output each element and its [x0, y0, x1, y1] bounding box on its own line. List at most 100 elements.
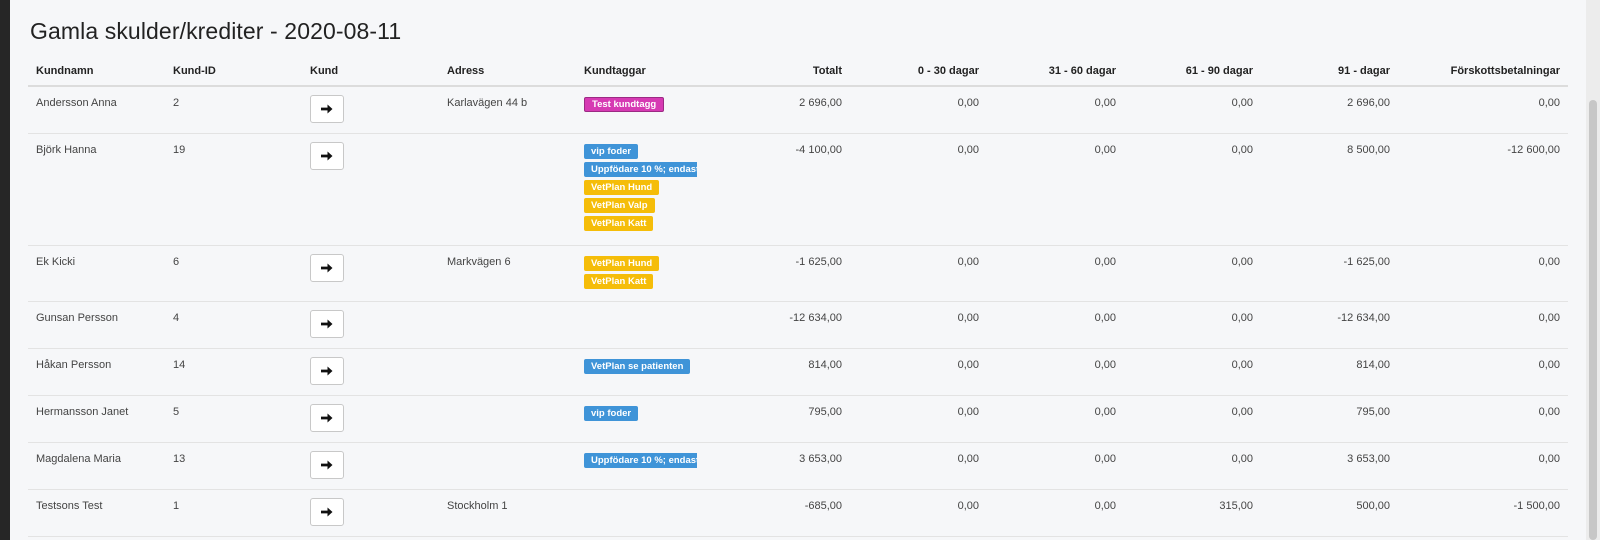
cell-kundtaggar: VetPlan Hund VetPlan Katt [576, 245, 713, 302]
cell-61-90-dagar: 0,00 [1124, 395, 1261, 443]
cell-forskottsbetalningar: 0,00 [1398, 86, 1568, 134]
customer-tag: Uppfödare 10 %; endast åt [584, 162, 697, 177]
cell-forskottsbetalningar: 0,00 [1398, 348, 1568, 396]
open-customer-button[interactable] [310, 254, 344, 282]
header-adress[interactable]: Adress [439, 56, 576, 87]
cell-kundtaggar: VetPlan se patienten [576, 348, 713, 396]
customer-tag: vip foder [584, 144, 639, 159]
header-kund: Kund [302, 56, 439, 87]
header-kundnamn[interactable]: Kundnamn [28, 56, 165, 87]
cell-adress [439, 133, 576, 246]
cell-kundnamn: Björk Hanna [28, 133, 165, 246]
cell-kund [302, 348, 439, 396]
header-31-60-dagar[interactable]: 31 - 60 dagar [987, 56, 1124, 87]
cell-kund-id: 13 [165, 442, 302, 490]
cell-31-60-dagar: 0,00 [987, 489, 1124, 537]
debts-credits-table: Kundnamn Kund-ID Kund Adress Kundtaggar … [28, 56, 1568, 537]
cell-kundtaggar: Test kundtagg [576, 86, 713, 134]
arrow-right-icon [321, 263, 333, 273]
cell-0-30-dagar: 0,00 [850, 245, 987, 302]
arrow-right-icon [321, 104, 333, 114]
header-kund-id[interactable]: Kund-ID [165, 56, 302, 87]
cell-31-60-dagar: 0,00 [987, 133, 1124, 246]
cell-0-30-dagar: 0,00 [850, 442, 987, 490]
cell-kundnamn: Magdalena Maria [28, 442, 165, 490]
cell-31-60-dagar: 0,00 [987, 395, 1124, 443]
tag-list: Test kundtagg [584, 97, 705, 115]
cell-61-90-dagar: 315,00 [1124, 489, 1261, 537]
header-0-30-dagar[interactable]: 0 - 30 dagar [850, 56, 987, 87]
page-title: Gamla skulder/krediter - 2020-08-11 [30, 18, 402, 44]
open-customer-button[interactable] [310, 142, 344, 170]
cell-totalt: 814,00 [713, 348, 850, 396]
customer-tag: VetPlan se patienten [584, 359, 691, 374]
open-customer-button[interactable] [310, 451, 344, 479]
cell-kund [302, 395, 439, 443]
table-row: Håkan Persson 14 VetPlan se patienten 814,0… [28, 348, 1568, 396]
cell-91-dagar: 795,00 [1261, 395, 1398, 443]
open-customer-button[interactable] [310, 357, 344, 385]
cell-adress [439, 442, 576, 490]
cell-totalt: -1 625,00 [713, 245, 850, 302]
cell-adress: Markvägen 6 [439, 245, 576, 302]
cell-0-30-dagar: 0,00 [850, 301, 987, 349]
open-customer-button[interactable] [310, 404, 344, 432]
cell-forskottsbetalningar: -1 500,00 [1398, 489, 1568, 537]
cell-0-30-dagar: 0,00 [850, 489, 987, 537]
scrollbar-thumb[interactable] [1589, 100, 1597, 540]
cell-adress [439, 348, 576, 396]
open-customer-button[interactable] [310, 310, 344, 338]
cell-91-dagar: 2 696,00 [1261, 86, 1398, 134]
header-forskottsbetalningar[interactable]: Förskottsbetalningar [1398, 56, 1568, 87]
tag-list: vip foder Uppfödare 10 %; endast åt VetPla… [584, 144, 705, 234]
arrow-right-icon [321, 413, 333, 423]
cell-61-90-dagar: 0,00 [1124, 301, 1261, 349]
cell-31-60-dagar: 0,00 [987, 442, 1124, 490]
arrow-right-icon [321, 366, 333, 376]
arrow-right-icon [321, 319, 333, 329]
header-61-90-dagar[interactable]: 61 - 90 dagar [1124, 56, 1261, 87]
cell-totalt: -685,00 [713, 489, 850, 537]
header-91-dagar[interactable]: 91 - dagar [1261, 56, 1398, 87]
cell-totalt: -12 634,00 [713, 301, 850, 349]
cell-kundnamn: Gunsan Persson [28, 301, 165, 349]
cell-31-60-dagar: 0,00 [987, 245, 1124, 302]
cell-kundtaggar [576, 301, 713, 349]
cell-31-60-dagar: 0,00 [987, 301, 1124, 349]
vertical-scrollbar[interactable] [1586, 0, 1600, 540]
cell-kundnamn: Håkan Persson [28, 348, 165, 396]
customer-tag: vip foder [584, 406, 639, 421]
cell-kund [302, 442, 439, 490]
report-content: Gamla skulder/krediter - 2020-08-11 Kund… [28, 0, 1568, 540]
cell-kundnamn: Testsons Test [28, 489, 165, 537]
cell-totalt: 3 653,00 [713, 442, 850, 490]
header-totalt[interactable]: Totalt [713, 56, 850, 87]
tag-list: vip foder [584, 406, 705, 424]
tag-list: VetPlan Hund VetPlan Katt [584, 256, 705, 292]
cell-kundnamn: Ek Kicki [28, 245, 165, 302]
cell-kund-id: 14 [165, 348, 302, 396]
cell-totalt: 2 696,00 [713, 86, 850, 134]
cell-kund [302, 133, 439, 246]
cell-adress: Stockholm 1 [439, 489, 576, 537]
cell-0-30-dagar: 0,00 [850, 348, 987, 396]
cell-91-dagar: -1 625,00 [1261, 245, 1398, 302]
cell-kundnamn: Andersson Anna [28, 86, 165, 134]
cell-forskottsbetalningar: 0,00 [1398, 301, 1568, 349]
table-row: Magdalena Maria 13 Uppfödare 10 %; endast … [28, 442, 1568, 490]
cell-91-dagar: -12 634,00 [1261, 301, 1398, 349]
cell-31-60-dagar: 0,00 [987, 348, 1124, 396]
open-customer-button[interactable] [310, 95, 344, 123]
cell-kund-id: 2 [165, 86, 302, 134]
cell-0-30-dagar: 0,00 [850, 395, 987, 443]
customer-tag: VetPlan Katt [584, 274, 654, 289]
cell-adress [439, 395, 576, 443]
cell-61-90-dagar: 0,00 [1124, 86, 1261, 134]
cell-kund [302, 301, 439, 349]
cell-0-30-dagar: 0,00 [850, 133, 987, 246]
open-customer-button[interactable] [310, 498, 344, 526]
cell-91-dagar: 500,00 [1261, 489, 1398, 537]
cell-kund-id: 1 [165, 489, 302, 537]
cell-61-90-dagar: 0,00 [1124, 245, 1261, 302]
cell-kundtaggar: vip foder Uppfödare 10 %; endast åt VetPla… [576, 133, 713, 246]
